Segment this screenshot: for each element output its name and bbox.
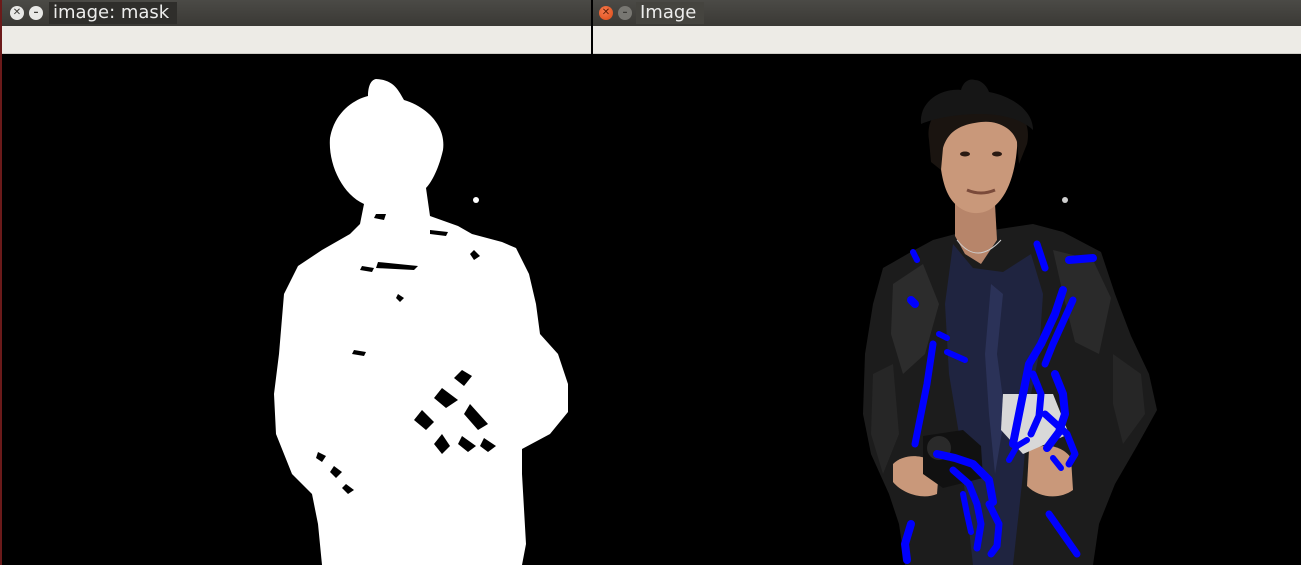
mask-window: ✕ – image: mask: [0, 0, 591, 565]
minimize-icon[interactable]: –: [618, 6, 632, 20]
mask-window-title: image: mask: [49, 2, 178, 24]
close-icon[interactable]: ✕: [599, 6, 613, 20]
mask-silhouette: [2, 54, 591, 565]
mask-window-toolbar: [2, 26, 591, 54]
image-window-toolbar: [593, 26, 1301, 54]
close-icon[interactable]: ✕: [10, 6, 24, 20]
segmented-person-photo: [593, 54, 1301, 565]
image-canvas[interactable]: [593, 54, 1301, 565]
minimize-icon[interactable]: –: [29, 6, 43, 20]
mask-canvas[interactable]: [2, 54, 591, 565]
mask-window-titlebar[interactable]: ✕ – image: mask: [2, 0, 591, 26]
image-window: ✕ – Image: [593, 0, 1301, 565]
image-window-title: Image: [636, 2, 705, 24]
image-window-titlebar[interactable]: ✕ – Image: [593, 0, 1301, 26]
